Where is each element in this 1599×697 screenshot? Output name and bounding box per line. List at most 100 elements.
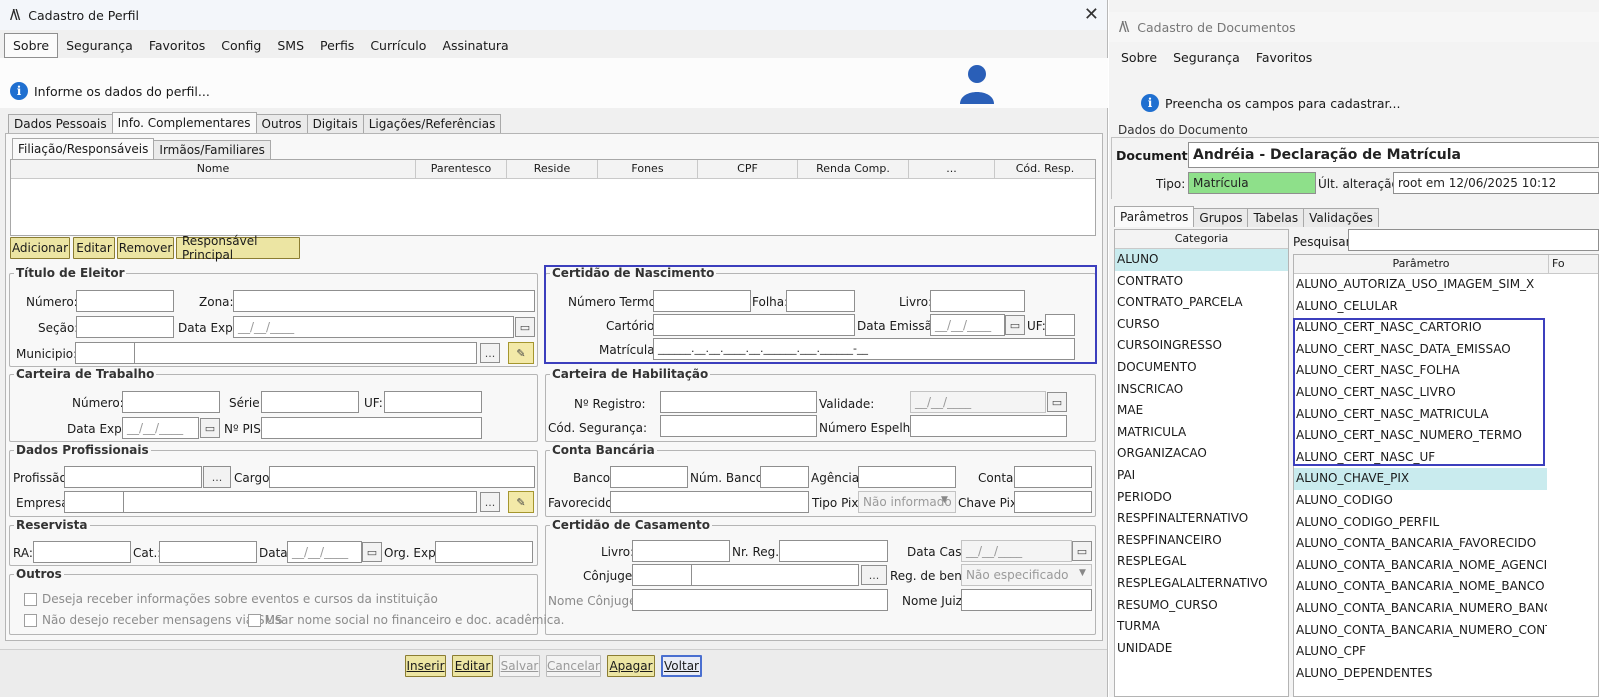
menu-favoritos[interactable]: Favoritos bbox=[141, 34, 213, 57]
ct-numero-input[interactable] bbox=[122, 391, 220, 413]
municipio-search-button[interactable]: ... bbox=[480, 343, 500, 363]
chave-pix-input[interactable] bbox=[1014, 491, 1092, 513]
profissao-input[interactable] bbox=[64, 466, 202, 488]
tab-validacoes[interactable]: Validações bbox=[1303, 208, 1379, 227]
cartorio-input[interactable] bbox=[653, 314, 855, 336]
tab-outros[interactable]: Outros bbox=[255, 114, 308, 133]
menu-seguranca[interactable]: Segurança bbox=[58, 34, 141, 57]
parametro-item[interactable]: ALUNO_CODIGO_PERFIL bbox=[1294, 512, 1547, 534]
categoria-item[interactable]: RESUMO_CURSO bbox=[1115, 595, 1288, 617]
pesquisar-input[interactable] bbox=[1348, 229, 1599, 251]
tab-filiacao[interactable]: Filiação/Responsáveis bbox=[12, 138, 155, 159]
serie-input[interactable] bbox=[261, 391, 359, 413]
categoria-item[interactable]: MATRICULA bbox=[1115, 422, 1288, 444]
col-reside[interactable]: Reside bbox=[507, 160, 598, 178]
ct-data-exp-input[interactable]: __/__/____ bbox=[122, 417, 199, 439]
espelho-input[interactable] bbox=[910, 415, 1067, 437]
banco-input[interactable] bbox=[610, 466, 688, 488]
pencil-icon[interactable]: ✎ bbox=[508, 491, 534, 513]
reg-bens-select[interactable]: Não especificado bbox=[961, 564, 1092, 586]
secao-input[interactable] bbox=[76, 316, 174, 338]
numero-termo-input[interactable] bbox=[653, 290, 751, 312]
num-banco-input[interactable] bbox=[760, 466, 809, 488]
empresa-search-button[interactable]: ... bbox=[480, 492, 500, 512]
tab-info-complementares[interactable]: Info. Complementares bbox=[111, 112, 257, 133]
receber-eventos-checkbox[interactable]: Deseja receber informações sobre eventos… bbox=[24, 592, 438, 606]
parametro-item[interactable]: ALUNO_CONTA_BANCARIA_NOME_AGENCIA bbox=[1294, 555, 1547, 577]
checkbox-box[interactable] bbox=[24, 613, 37, 627]
salvar-button[interactable]: Salvar bbox=[499, 655, 540, 677]
profissao-search-button[interactable]: ... bbox=[203, 466, 231, 488]
checkbox-box[interactable] bbox=[24, 592, 37, 606]
menu-seguranca[interactable]: Segurança bbox=[1165, 46, 1248, 69]
categoria-item[interactable]: MAE bbox=[1115, 400, 1288, 422]
adicionar-button[interactable]: Adicionar bbox=[10, 237, 70, 259]
col-fones[interactable]: Fones bbox=[598, 160, 698, 178]
nr-reg-input[interactable] bbox=[779, 540, 888, 562]
categoria-item[interactable]: RESPLEGALALTERNATIVO bbox=[1115, 573, 1288, 595]
folha-input[interactable] bbox=[786, 290, 855, 312]
municipio-name-input[interactable] bbox=[134, 342, 477, 364]
pencil-icon[interactable]: ✎ bbox=[508, 342, 534, 364]
conta-input[interactable] bbox=[1014, 466, 1092, 488]
validade-input[interactable]: __/__/____ bbox=[910, 391, 1046, 413]
col-cpf[interactable]: CPF bbox=[698, 160, 798, 178]
categoria-item[interactable]: ORGANIZACAO bbox=[1115, 443, 1288, 465]
agencia-input[interactable] bbox=[858, 466, 956, 488]
cancelar-button[interactable]: Cancelar bbox=[546, 655, 601, 677]
livro-input[interactable] bbox=[930, 290, 1025, 312]
filiacao-grid[interactable]: Nome Parentesco Reside Fones CPF Renda C… bbox=[10, 159, 1096, 236]
titulo-data-exp-input[interactable]: __/__/____ bbox=[233, 316, 514, 338]
editar-grid-button[interactable]: Editar bbox=[73, 237, 115, 259]
nome-juiz-input[interactable] bbox=[961, 589, 1092, 611]
parametro-item[interactable]: ALUNO_CONTA_BANCARIA_FAVORECIDO bbox=[1294, 533, 1547, 555]
tab-irmaos[interactable]: Irmãos/Familiares bbox=[153, 140, 271, 159]
categoria-item[interactable]: UNIDADE bbox=[1115, 638, 1288, 660]
nome-social-checkbox[interactable]: Usar nome social no financeiro e doc. ac… bbox=[248, 613, 565, 627]
calendar-icon[interactable]: ▭ bbox=[200, 418, 220, 438]
zona-input[interactable] bbox=[233, 290, 535, 312]
pis-input[interactable] bbox=[261, 417, 482, 439]
tipo-input[interactable]: Matrícula bbox=[1188, 172, 1316, 194]
documento-input[interactable]: Andréia - Declaração de Matrícula bbox=[1188, 142, 1599, 168]
matricula-input[interactable]: ______.__.__.____.__.______.___.______-_… bbox=[653, 338, 1075, 360]
col-nome[interactable]: Nome bbox=[11, 160, 416, 178]
empresa-name-input[interactable] bbox=[123, 491, 477, 513]
col-more[interactable]: ... bbox=[909, 160, 995, 178]
parametro-item[interactable]: ALUNO_CODIGO bbox=[1294, 490, 1547, 512]
cas-livro-input[interactable] bbox=[632, 540, 730, 562]
parametro-item[interactable]: ALUNO_CPF bbox=[1294, 641, 1547, 663]
ra-input[interactable] bbox=[33, 541, 131, 563]
col2-header[interactable]: Fo bbox=[1549, 255, 1598, 273]
inserir-button[interactable]: Inserir bbox=[405, 655, 446, 677]
org-exp-input[interactable] bbox=[435, 541, 533, 563]
conjuge-name-input[interactable] bbox=[691, 564, 859, 586]
uf-input[interactable] bbox=[1045, 314, 1075, 336]
nome-conjuge-input[interactable] bbox=[632, 589, 888, 611]
cat-input[interactable] bbox=[159, 541, 257, 563]
parametro-header[interactable]: Parâmetro bbox=[1294, 255, 1549, 273]
categoria-header[interactable]: Categoria bbox=[1115, 230, 1288, 249]
categoria-item[interactable]: INSCRICAO bbox=[1115, 379, 1288, 401]
close-icon[interactable]: ✕ bbox=[1084, 4, 1099, 25]
categoria-item[interactable]: PERIODO bbox=[1115, 487, 1288, 509]
data-emissao-input[interactable]: __/__/____ bbox=[930, 314, 1005, 336]
municipio-code-input[interactable] bbox=[75, 342, 135, 364]
calendar-icon[interactable]: ▭ bbox=[1072, 541, 1092, 561]
parametro-item[interactable]: ALUNO_CELULAR bbox=[1294, 296, 1547, 318]
tab-digitais[interactable]: Digitais bbox=[306, 114, 364, 133]
calendar-icon[interactable]: ▭ bbox=[362, 542, 382, 562]
reservista-data-input[interactable]: __/__/____ bbox=[287, 541, 362, 563]
categoria-item[interactable]: CURSO bbox=[1115, 314, 1288, 336]
titulo-numero-input[interactable] bbox=[76, 290, 174, 312]
data-cas-input[interactable]: __/__/____ bbox=[961, 540, 1072, 562]
registro-input[interactable] bbox=[660, 391, 817, 413]
parametro-item[interactable]: ALUNO_CHAVE_PIX bbox=[1294, 468, 1547, 490]
remover-button[interactable]: Remover bbox=[117, 237, 174, 259]
categoria-item[interactable]: RESPFINALTERNATIVO bbox=[1115, 508, 1288, 530]
empresa-code-input[interactable] bbox=[64, 491, 124, 513]
categoria-item[interactable]: ALUNO bbox=[1115, 249, 1288, 271]
parametro-item[interactable]: ALUNO_CONTA_BANCARIA_NUMERO_BANCO bbox=[1294, 598, 1547, 620]
responsavel-principal-button[interactable]: Responsável Principal bbox=[176, 234, 300, 262]
tab-parametros[interactable]: Parâmetros bbox=[1114, 206, 1195, 227]
